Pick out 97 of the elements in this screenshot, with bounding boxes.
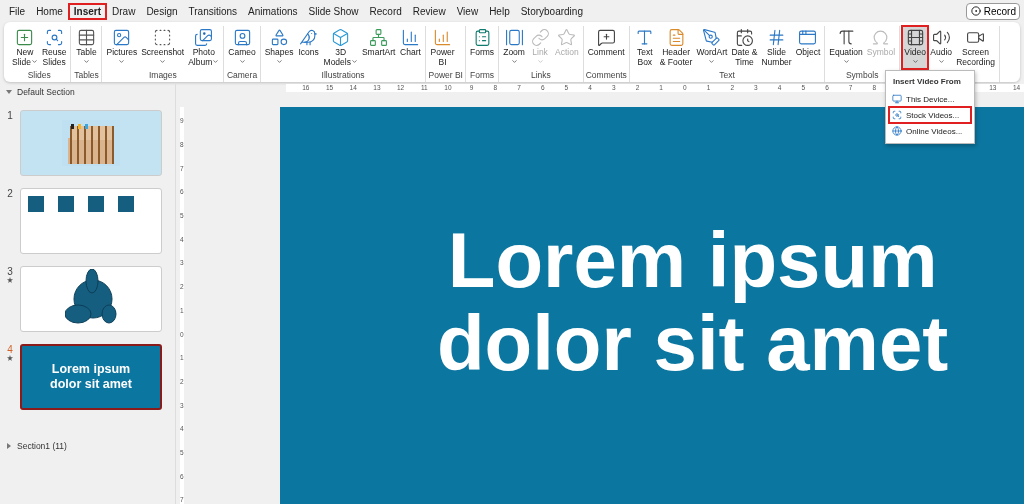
slide-thumbnail[interactable]: [20, 266, 162, 332]
menu-item[interactable]: This Device...: [889, 91, 971, 107]
dashed-frame-icon: [153, 27, 173, 47]
slide-title: Lorem ipsum: [447, 219, 938, 302]
ribbon-button[interactable]: Chart: [397, 26, 424, 69]
ribbon-button[interactable]: Text Box: [631, 26, 658, 69]
thumbnail-title: dolor sit amet: [50, 377, 132, 392]
table-icon: [77, 27, 96, 47]
ribbon-tab[interactable]: Transitions: [183, 3, 243, 19]
ribbon-button[interactable]: Object: [793, 26, 823, 69]
group-label: Illustrations: [320, 70, 366, 82]
ribbon-tab[interactable]: Home: [31, 3, 68, 19]
slide-number: 3: [7, 266, 13, 277]
section-title: Section1 (11): [17, 441, 67, 451]
link-icon: [530, 27, 550, 47]
user-frame-icon: [232, 27, 252, 47]
slide-thumbnail[interactable]: [20, 110, 162, 176]
group-label: Links: [529, 70, 552, 82]
section-title: Default Section: [17, 87, 75, 97]
ribbon-tab[interactable]: Draw: [107, 3, 141, 19]
group-label: Power BI: [428, 70, 463, 82]
calendar-icon: [734, 27, 754, 47]
group-label: Images: [147, 70, 178, 82]
diagram-icon: [369, 27, 389, 47]
comment-icon: [596, 27, 616, 47]
ribbon-tab[interactable]: Help: [484, 3, 515, 19]
ribbon-button[interactable]: Video: [902, 26, 929, 69]
group-label: Slides: [26, 70, 52, 82]
image-icon: [112, 27, 132, 47]
expand-triangle-icon[interactable]: [6, 443, 12, 449]
group-label: Camera: [226, 70, 258, 82]
ribbon-tab[interactable]: Record: [364, 3, 407, 19]
ribbon-button[interactable]: Header & Footer: [657, 26, 695, 69]
ribbon-button[interactable]: Audio: [928, 26, 955, 69]
menu-item[interactable]: Stock Videos...: [889, 107, 971, 123]
shapes-icon: [269, 27, 289, 47]
bird-icon: [299, 27, 319, 47]
monitor-icon: [892, 94, 902, 104]
magnifier-icon: [892, 110, 902, 120]
group-label: Tables: [73, 70, 100, 82]
ribbon-tab[interactable]: Slide Show: [303, 3, 364, 19]
group-label: Forms: [469, 70, 496, 82]
ribbon-button[interactable]: Equation: [827, 26, 865, 69]
square-plus-icon: [15, 27, 35, 47]
bar-chart-icon: [401, 27, 420, 47]
ribbon-tab[interactable]: Review: [407, 3, 451, 19]
group-label: Text: [718, 70, 736, 82]
ribbon-tab[interactable]: Storyboarding: [515, 3, 588, 19]
images-icon: [194, 27, 214, 47]
ribbon-button[interactable]: New Slide: [10, 26, 40, 69]
bars-icon: [433, 27, 453, 47]
ribbon-button[interactable]: Pictures: [104, 26, 140, 69]
ribbon-button[interactable]: WordArt: [694, 26, 730, 69]
ribbon-button[interactable]: Screenshot: [139, 26, 187, 69]
group-label: Comments: [585, 70, 627, 82]
ribbon-button[interactable]: Screen Recording: [954, 26, 997, 69]
slide-number: 2: [7, 188, 13, 199]
ribbon-tab[interactable]: Animations: [243, 3, 303, 19]
pen-icon: [702, 27, 722, 47]
star-icon: [557, 27, 577, 47]
slide-number: 1: [7, 110, 13, 121]
ribbon-button[interactable]: Zoom: [501, 26, 528, 69]
collapse-triangle-icon[interactable]: [6, 89, 12, 95]
ribbon-button[interactable]: Power BI: [428, 26, 457, 69]
record-icon: [970, 6, 981, 16]
slide-thumbnail[interactable]: Lorem ipsum dolor sit amet: [20, 344, 162, 410]
ribbon-button[interactable]: 3D Models: [321, 26, 360, 69]
ribbon-button[interactable]: Icons: [295, 26, 322, 69]
record-button[interactable]: Record: [965, 2, 1020, 20]
magnifier-icon: [44, 27, 64, 47]
ribbon-tab[interactable]: File: [4, 3, 31, 19]
square-shape: [28, 196, 44, 212]
ribbon-button[interactable]: Slide Number: [759, 26, 794, 69]
film-icon: [905, 27, 925, 47]
slide-number: 4: [7, 344, 13, 355]
square-shape: [58, 196, 74, 212]
ribbon-tab[interactable]: View: [451, 3, 484, 19]
ribbon-button[interactable]: Comment: [585, 26, 627, 69]
square-shape: [88, 196, 104, 212]
frames-icon: [504, 27, 524, 47]
slide-title: dolor sit amet: [436, 302, 949, 385]
globe-icon: [892, 126, 902, 136]
ribbon-button[interactable]: SmartArt: [359, 26, 398, 69]
ribbon-button[interactable]: Cameo: [226, 26, 258, 69]
ribbon-tab[interactable]: Insert: [68, 3, 107, 19]
slide-thumbnail[interactable]: [20, 188, 162, 254]
ribbon-button[interactable]: Reuse Slides: [39, 26, 69, 69]
ribbon-button[interactable]: Forms: [468, 26, 497, 69]
thumbnail-title: Lorem ipsum: [50, 362, 132, 377]
ribbon-button[interactable]: Shapes: [262, 26, 296, 69]
cube-icon: [331, 27, 351, 47]
ribbon-button[interactable]: Date & Time: [729, 26, 760, 69]
ribbon-tab[interactable]: Design: [141, 3, 183, 19]
menu-item[interactable]: Online Videos...: [889, 123, 971, 139]
ribbon-button[interactable]: Photo Album: [186, 26, 222, 69]
ribbon-button[interactable]: Table: [73, 26, 100, 69]
square-shape: [118, 196, 134, 212]
